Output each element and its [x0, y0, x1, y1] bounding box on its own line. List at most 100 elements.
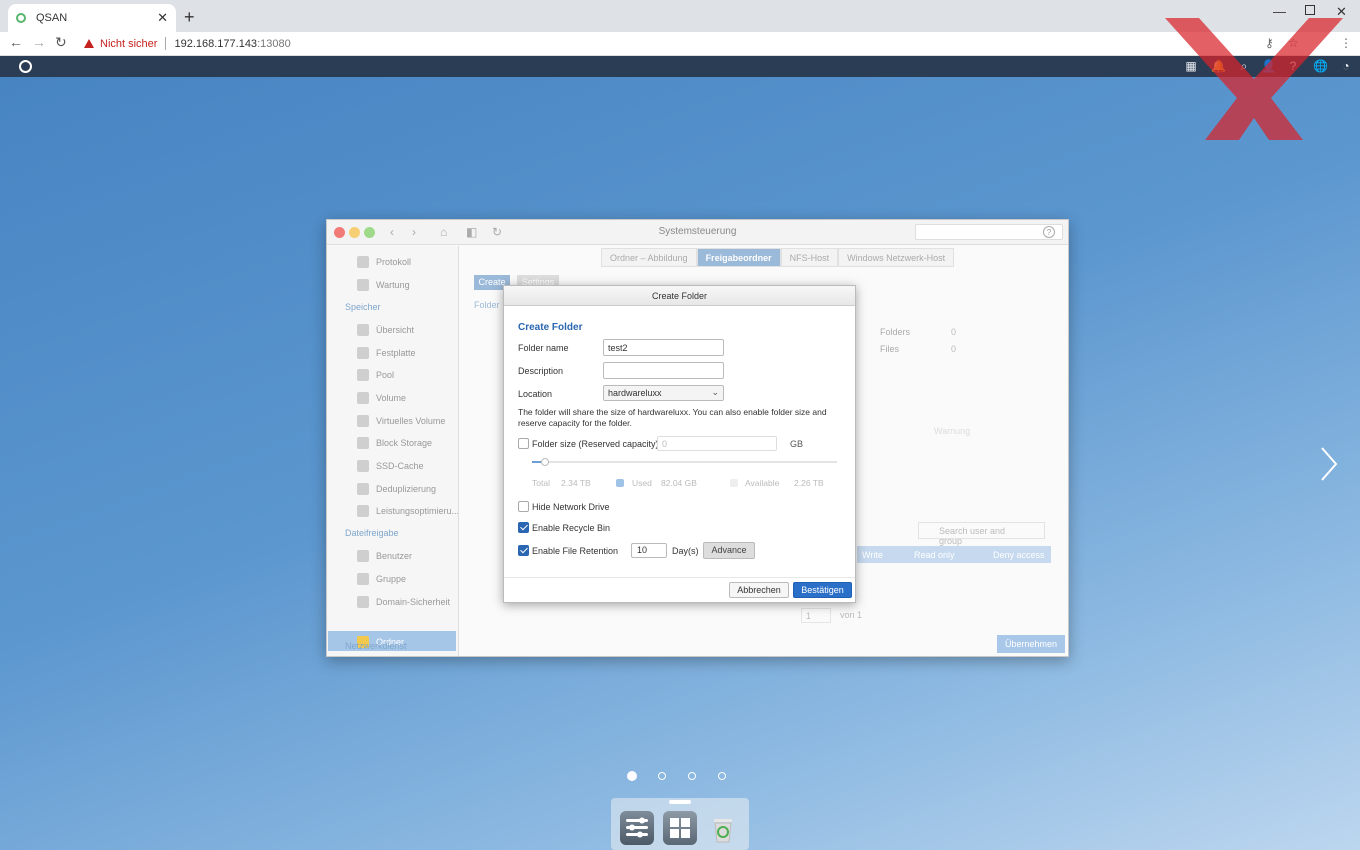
folders-count-value: 0: [951, 327, 957, 337]
sidebar-section-dateifreigabe[interactable]: Dateifreigabe: [345, 528, 399, 538]
recycle-bin-checkbox[interactable]: [518, 522, 529, 533]
retention-days-input[interactable]: 10: [631, 543, 667, 558]
sidebar-item-label: Wartung: [376, 280, 410, 290]
user-icon: [357, 550, 369, 562]
used-label: Used: [632, 478, 652, 488]
tab-windows-netzwerk-host[interactable]: Windows Netzwerk-Host: [838, 248, 955, 267]
window-tabs: Ordner – Abbildung Freigabeordner NFS-Ho…: [601, 248, 955, 267]
control-panel-dock-icon[interactable]: [620, 811, 654, 845]
folder-size-input[interactable]: 0: [657, 436, 777, 451]
sidebar-item-ssd-cache[interactable]: SSD-Cache: [357, 460, 424, 472]
files-count-value: 0: [951, 344, 957, 354]
advance-button[interactable]: Advance: [703, 542, 755, 559]
sidebar-item-benutzer[interactable]: Benutzer: [357, 550, 412, 562]
sidebar-item-label: Übersicht: [376, 325, 415, 335]
folder-size-slider[interactable]: [532, 461, 837, 463]
page-dot-2[interactable]: [658, 772, 666, 780]
confirm-button[interactable]: Bestätigen: [793, 582, 852, 598]
file-retention-checkbox[interactable]: [518, 545, 529, 556]
folder-size-label: Folder size (Reserved capacity): [532, 439, 659, 449]
description-input[interactable]: [603, 362, 724, 379]
dialog-title[interactable]: Create Folder: [504, 286, 855, 306]
window-search-input[interactable]: [915, 224, 1063, 240]
tab-nfs-host[interactable]: NFS-Host: [780, 248, 839, 267]
page-dot-4[interactable]: [718, 772, 726, 780]
sidebar-item-virtuelles-volume[interactable]: Virtuelles Volume: [357, 415, 445, 427]
virtual-volume-icon: [357, 415, 369, 427]
total-label: Total: [532, 478, 550, 488]
pool-icon: [357, 369, 369, 381]
window-help-icon[interactable]: ?: [1043, 226, 1055, 238]
recycle-bin-dock-icon[interactable]: [706, 811, 740, 845]
hide-network-drive-label: Hide Network Drive: [532, 502, 610, 512]
folder-size-checkbox[interactable]: [518, 438, 529, 449]
warning-icon: [84, 39, 94, 48]
sidebar-item-pool[interactable]: Pool: [357, 369, 394, 381]
close-tab-icon[interactable]: ✕: [157, 10, 168, 26]
sidebar-item-label: Leistungsoptimieru...: [376, 506, 459, 516]
sidebar-item-protokoll[interactable]: Protokoll: [357, 256, 411, 268]
sidebar-item-leistungsoptimierung[interactable]: Leistungsoptimieru...: [357, 505, 459, 517]
column-read-only: Read only: [914, 550, 955, 560]
qsan-favicon-icon: [16, 13, 26, 23]
hide-network-drive-checkbox[interactable]: [518, 501, 529, 512]
folder-name-input[interactable]: test2: [603, 339, 724, 356]
tab-ordner-abbildung[interactable]: Ordner – Abbildung: [601, 248, 697, 267]
slider-handle[interactable]: [541, 458, 549, 466]
user-search-input[interactable]: Search user and group: [918, 522, 1045, 546]
sidebar-item-label: Benutzer: [376, 551, 413, 561]
sidebar-item-label: Protokoll: [376, 257, 412, 267]
forward-icon[interactable]: →: [32, 34, 46, 50]
performance-icon: [357, 505, 369, 517]
dock-handle[interactable]: [669, 800, 691, 804]
sidebar-item-uebersicht[interactable]: Übersicht: [357, 324, 414, 336]
qsan-logo-icon[interactable]: [19, 60, 32, 73]
sidebar-item-label: Festplatte: [376, 348, 416, 358]
sidebar-section-netzwerkdienst[interactable]: Netzwerkdienst: [345, 641, 407, 651]
available-label: Available: [745, 478, 780, 488]
document-icon: [357, 256, 369, 268]
browser-tab[interactable]: QSAN ✕: [8, 4, 176, 32]
sidebar-item-gruppe[interactable]: Gruppe: [357, 573, 406, 585]
app-center-dock-icon[interactable]: [663, 811, 697, 845]
total-value: 2.34 TB: [561, 478, 591, 488]
location-select[interactable]: hardwareluxx ⌄: [603, 385, 724, 401]
domain-icon: [357, 596, 369, 608]
pager-total: von 1: [840, 610, 863, 620]
back-icon[interactable]: ←: [9, 34, 23, 50]
ssd-cache-icon: [357, 460, 369, 472]
sidebar-item-label: Virtuelles Volume: [376, 416, 446, 426]
sidebar-item-label: Gruppe: [376, 574, 407, 584]
sidebar-item-label: Pool: [376, 370, 395, 380]
sidebar-section-speicher[interactable]: Speicher: [345, 302, 381, 312]
window-title-bar[interactable]: ‹ › ⌂ ◧ ↻ Systemsteuerung ?: [327, 220, 1068, 245]
volume-icon: [357, 392, 369, 404]
next-page-arrow-icon[interactable]: [1320, 446, 1338, 482]
sidebar-item-block-storage[interactable]: Block Storage: [357, 437, 432, 449]
description-label: Description: [518, 366, 564, 376]
page-dot-1[interactable]: [627, 771, 637, 781]
url-text: 192.168.177.143:13080: [174, 38, 290, 50]
sidebar-item-festplatte[interactable]: Festplatte: [357, 347, 416, 359]
minimize-icon[interactable]: —: [1273, 4, 1286, 19]
sidebar-item-wartung[interactable]: Wartung: [357, 279, 410, 291]
tab-freigabeordner[interactable]: Freigabeordner: [696, 248, 781, 267]
chevron-down-icon: ⌄: [711, 387, 719, 397]
apply-button[interactable]: Übernehmen: [997, 635, 1065, 653]
sidebar-item-volume[interactable]: Volume: [357, 392, 406, 404]
folders-count-label: Folders: [880, 327, 911, 337]
sidebar-item-domain-sicherheit[interactable]: Domain-Sicherheit: [357, 596, 450, 608]
sidebar-item-deduplizierung[interactable]: Deduplizierung: [357, 483, 436, 495]
cancel-button[interactable]: Abbrechen: [729, 582, 789, 598]
sidebar-item-label: Domain-Sicherheit: [376, 597, 451, 607]
browser-tab-title: QSAN: [36, 12, 68, 24]
new-tab-icon[interactable]: +: [184, 7, 195, 28]
reload-icon[interactable]: ↻: [55, 34, 67, 51]
page-dot-3[interactable]: [688, 772, 696, 780]
maximize-icon[interactable]: [1305, 5, 1315, 15]
file-retention-label: Enable File Retention: [532, 546, 619, 556]
address-separator: [165, 37, 167, 50]
address-field[interactable]: Nicht sicher 192.168.177.143:13080: [84, 37, 291, 50]
group-icon: [357, 573, 369, 585]
pager-input[interactable]: 1: [801, 608, 831, 623]
